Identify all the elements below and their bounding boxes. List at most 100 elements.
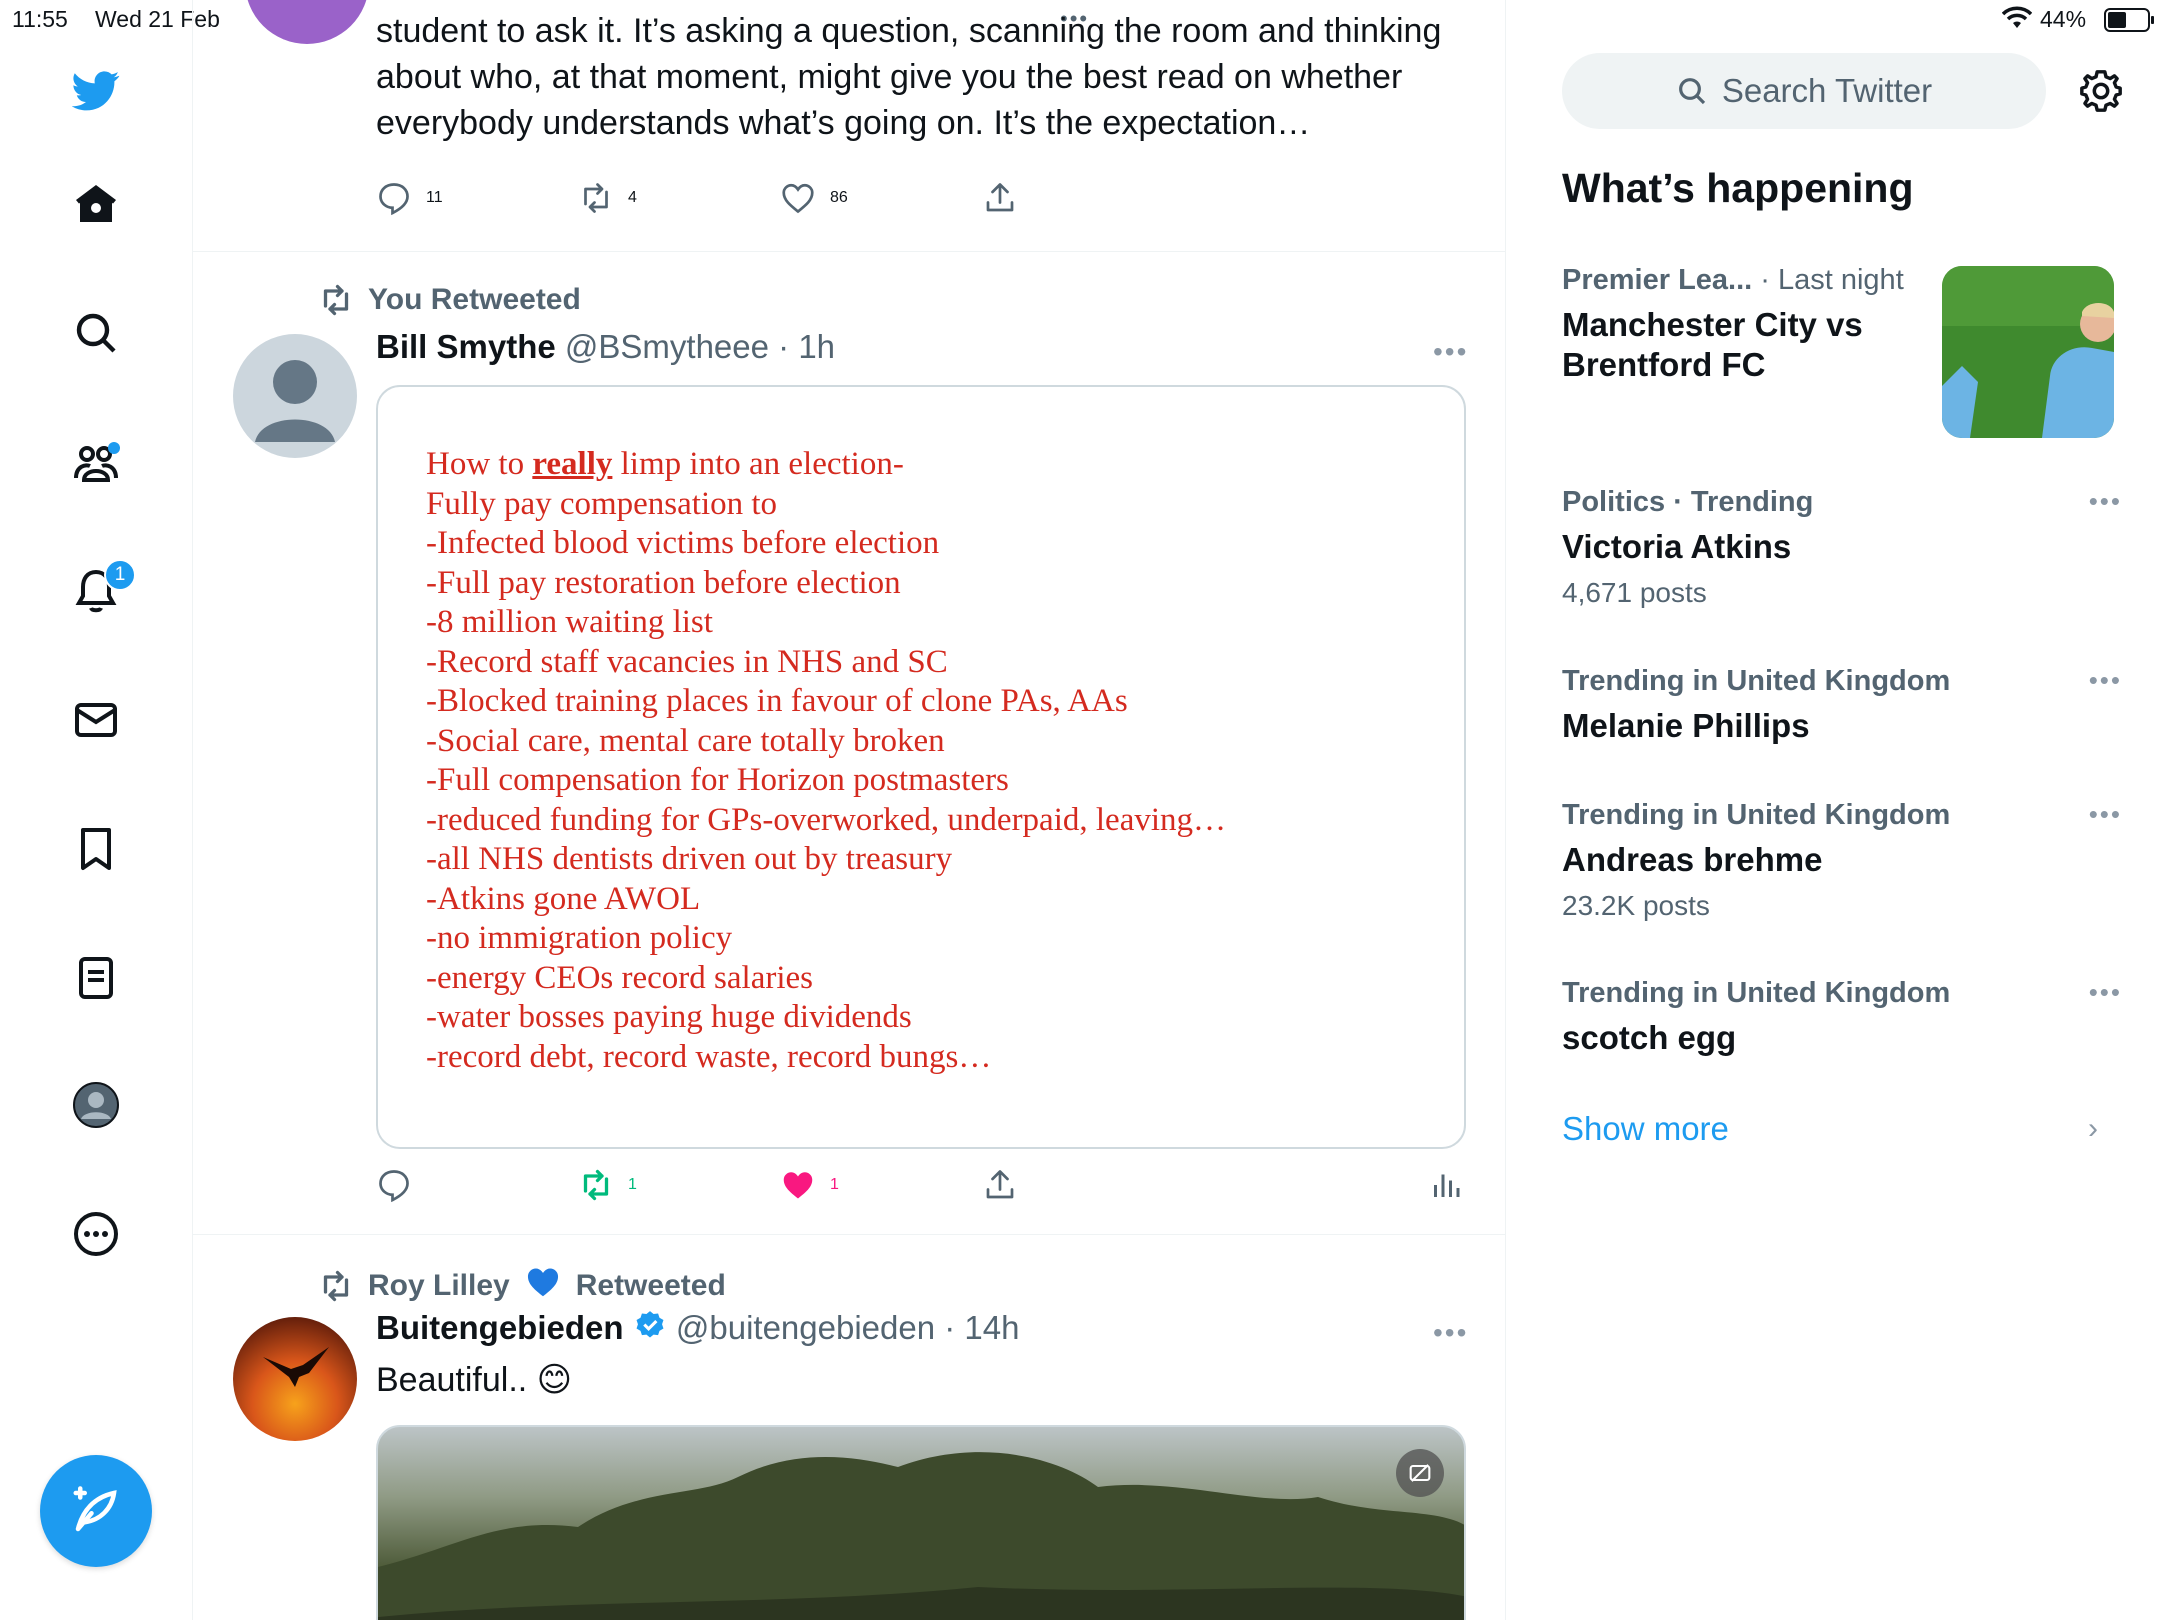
trend-title: Melanie Phillips — [1562, 707, 1810, 744]
tweet-author-avatar[interactable] — [233, 1317, 357, 1441]
retweet-context-icon — [323, 284, 349, 316]
tweet-more-options-icon[interactable]: ••• — [1433, 1317, 1468, 1349]
tweet-author-avatar[interactable] — [233, 334, 357, 458]
search-icon[interactable] — [70, 307, 122, 359]
image-line: -Record staff vacancies in NHS and SC — [426, 643, 948, 680]
analytics-button[interactable] — [1428, 1167, 1464, 1203]
sensitive-media-icon[interactable] — [1396, 1449, 1444, 1497]
reply-icon — [379, 183, 409, 216]
compose-tweet-button[interactable] — [40, 1455, 152, 1567]
tweet-header: Bill Smythe @BSmytheee · 1h — [376, 328, 836, 365]
like-button-active[interactable]: 1 — [780, 1167, 839, 1203]
retweet-context-icon — [323, 1270, 349, 1302]
trend-more-options-icon[interactable]: ••• — [2089, 486, 2122, 517]
retweet-icon — [583, 1169, 609, 1201]
image-line: -reduced funding for GPs-overworked, und… — [426, 801, 1227, 838]
trend-more-options-icon[interactable]: ••• — [2089, 665, 2122, 696]
like-count: 1 — [830, 1176, 839, 1193]
trend-item[interactable]: Trending in United Kingdom Andreas brehm… — [1562, 799, 2122, 922]
twitter-logo-icon[interactable] — [70, 64, 122, 116]
tweet-more-options-icon[interactable]: ••• — [1433, 336, 1468, 368]
chevron-right-icon[interactable]: › — [2088, 1112, 2098, 1146]
whats-happening-title: What’s happening — [1562, 165, 1914, 211]
image-line: Fully pay compensation to — [426, 485, 778, 522]
author-name[interactable]: Bill Smythe — [376, 328, 556, 365]
tweet-bill-smythe[interactable]: You Retweeted Bill Smythe @BSmytheee · 1… — [193, 252, 1505, 1235]
image-line: -Full pay restoration before election — [426, 564, 901, 601]
trend-context-time: · Last night — [1752, 264, 1904, 296]
tweet-author-avatar[interactable] — [245, 0, 369, 44]
eagle-silhouette-icon — [263, 1347, 329, 1387]
trend-post-count: 4,671 posts — [1562, 577, 1707, 608]
lists-icon[interactable] — [70, 952, 122, 1004]
retweet-context: Roy Lilley Retweeted — [318, 1263, 726, 1309]
trend-more-options-icon[interactable]: ••• — [2089, 799, 2122, 830]
tweet-time[interactable]: 1h — [798, 328, 835, 365]
image-line: -Full compensation for Horizon postmaste… — [426, 762, 1009, 798]
retweet-button[interactable]: 4 — [578, 180, 637, 216]
retweet-icon — [584, 183, 608, 213]
tweet-video[interactable] — [376, 1425, 1466, 1620]
reply-button[interactable]: 11 — [376, 180, 443, 216]
author-handle[interactable]: @buitengebieden — [676, 1309, 935, 1346]
reply-button[interactable] — [376, 1167, 412, 1203]
tweet-previous[interactable]: student to ask it. It’s asking a questio… — [193, 0, 1505, 252]
more-options-icon[interactable] — [70, 1208, 122, 1260]
settings-gear-icon[interactable] — [2078, 68, 2124, 114]
show-more-link[interactable]: Show more — [1562, 1110, 1729, 1148]
like-button[interactable]: 86 — [780, 180, 848, 216]
image-line: -water bosses paying huge dividends — [426, 999, 912, 1035]
share-button[interactable] — [982, 1167, 1018, 1203]
image-line: -Infected blood victims before election — [426, 525, 940, 561]
image-line: -Blocked training places in favour of cl… — [426, 683, 1128, 719]
tweet-header: Buitengebieden @buitengebieden · 14h — [376, 1309, 1019, 1351]
trend-title: Manchester City vs Brentford FC — [1562, 306, 1863, 383]
timeline: student to ask it. It’s asking a questio… — [193, 0, 1506, 1620]
trend-title: Andreas brehme — [1562, 841, 1823, 878]
trend-item[interactable]: Trending in United Kingdom scotch egg ••… — [1562, 977, 2122, 1058]
tweet-buitengebieden[interactable]: Roy Lilley Retweeted Buitengebieden @bui… — [193, 1235, 1505, 1620]
search-twitter-field[interactable]: Search Twitter — [1562, 53, 2046, 129]
trend-more-options-icon[interactable]: ••• — [2089, 977, 2122, 1008]
football-player-thumbnail — [1942, 266, 2114, 438]
share-icon — [986, 1170, 1014, 1199]
author-name[interactable]: Buitengebieden — [376, 1309, 624, 1346]
home-icon[interactable] — [70, 178, 122, 230]
retweet-count: 4 — [628, 189, 637, 206]
trend-post-count: 23.2K posts — [1562, 890, 1710, 921]
author-handle[interactable]: @BSmytheee — [565, 328, 769, 365]
search-placeholder: Search Twitter — [1721, 72, 1933, 109]
retweeter-name[interactable]: Roy Lilley — [368, 1269, 510, 1303]
tweet-text: Beautiful.. 😊 — [376, 1361, 573, 1399]
trend-context: Trending in United Kingdom — [1562, 665, 1951, 697]
profile-avatar-icon[interactable] — [70, 1079, 122, 1131]
retweet-count: 1 — [628, 1176, 637, 1193]
retweet-button-active[interactable]: 1 — [578, 1167, 637, 1203]
trend-item[interactable]: Premier Lea... · Last night Manchester C… — [1562, 264, 1942, 385]
image-line: -record debt, record waste, record bungs… — [426, 1038, 992, 1075]
heart-filled-icon — [783, 1172, 813, 1199]
bookmarks-icon[interactable] — [70, 823, 122, 875]
share-icon — [986, 183, 1014, 212]
blue-heart-icon — [524, 1263, 562, 1309]
notifications-icon[interactable]: 1 — [70, 559, 136, 617]
tweet-time[interactable]: 14h — [964, 1309, 1019, 1346]
trend-item[interactable]: Politics · Trending Victoria Atkins 4,67… — [1562, 486, 2122, 609]
tweet-image[interactable]: How to really limp into an election- Ful… — [376, 385, 1466, 1149]
trend-context: Politics · Trending — [1562, 486, 1814, 518]
notifications-badge: 1 — [104, 559, 136, 591]
compose-feather-icon — [73, 1486, 117, 1532]
image-line: -no immigration policy — [426, 920, 733, 956]
heart-icon — [782, 183, 814, 214]
image-line: -Atkins gone AWOL — [426, 880, 701, 917]
trend-item[interactable]: Trending in United Kingdom Melanie Phill… — [1562, 665, 2122, 746]
trend-thumbnail-image[interactable] — [1942, 266, 2114, 438]
share-button[interactable] — [982, 180, 1018, 216]
trend-context: Premier Lea... — [1562, 264, 1753, 296]
messages-icon[interactable] — [70, 694, 122, 746]
trend-title: Victoria Atkins — [1562, 528, 1792, 565]
like-count: 86 — [830, 189, 848, 206]
communities-icon[interactable] — [70, 436, 122, 488]
image-line: -8 million waiting list — [426, 604, 713, 640]
left-navigation: 1 — [0, 0, 193, 1620]
